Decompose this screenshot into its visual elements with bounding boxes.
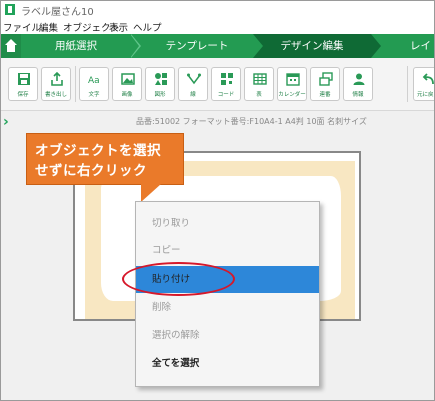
callout-line-1: オブジェクトを選択 [35, 143, 161, 159]
image-label: 画像 [121, 92, 133, 98]
serial-label: 連番 [319, 92, 331, 98]
app-logo-icon [5, 4, 15, 15]
table-button[interactable]: 表 [244, 67, 274, 101]
code-label: コード [217, 92, 235, 98]
step-bar: 用紙選択 テンプレート デザイン編集 レイ [1, 34, 434, 58]
export-button[interactable]: 書き出し [41, 67, 71, 101]
calendar-icon [286, 73, 300, 86]
text-button[interactable]: Aa 文字 [79, 67, 109, 101]
info-button[interactable]: 情報 [343, 67, 373, 101]
menu-copy[interactable]: コピー [136, 237, 319, 264]
menu-cut[interactable]: 切り取り [136, 210, 319, 237]
line-label: 線 [190, 92, 196, 98]
step-template[interactable]: テンプレート [141, 34, 253, 58]
title-bar: ラベル屋さん10 [1, 1, 434, 19]
home-icon-body [7, 45, 15, 52]
save-icon [18, 73, 30, 85]
home-button[interactable] [1, 34, 21, 58]
text-icon: Aa [88, 76, 100, 86]
image-icon [121, 73, 135, 85]
text-label: 文字 [88, 92, 100, 98]
highlight-ring [122, 262, 235, 296]
undo-icon [422, 73, 434, 85]
table-label: 表 [256, 92, 262, 98]
barcode-icon [221, 73, 233, 85]
person-icon [353, 73, 365, 85]
calendar-button[interactable]: カレンダー [277, 67, 307, 101]
line-button[interactable]: 線 [178, 67, 208, 101]
callout-line-2: せずに右クリック [35, 163, 147, 179]
step-separator [371, 34, 381, 58]
menu-bar: ファイル 編集 オブジェクト 表示 ヘルプ [1, 19, 434, 34]
shape-button[interactable]: 図形 [145, 67, 175, 101]
step-separator-fill [130, 34, 139, 58]
step-paper-select[interactable]: 用紙選択 [21, 34, 131, 58]
menu-view[interactable]: 表示 [109, 20, 128, 34]
menu-select-all[interactable]: 全てを選択 [136, 350, 319, 377]
step-layout[interactable]: レイ [386, 34, 434, 58]
undo-label: 元に戻す [416, 92, 434, 98]
code-button[interactable]: コード [211, 67, 241, 101]
window-title: ラベル屋さん10 [21, 7, 94, 18]
step-separator [253, 34, 263, 58]
serial-button[interactable]: 連番 [310, 67, 340, 101]
info-label: 情報 [352, 92, 364, 98]
toolbar: 保存 書き出し Aa 文字 画像 図形 線 コード 表 カレンダー 連番 情報 … [1, 58, 434, 111]
toolbar-divider [75, 66, 76, 102]
save-label: 保存 [17, 92, 29, 98]
format-info: 品番:51002 フォーマット番号:F10A4-1 A4判 10面 名刺サイズ [136, 117, 367, 126]
table-icon [253, 73, 267, 85]
line-icon [187, 73, 201, 85]
export-label: 書き出し [44, 92, 67, 98]
toolbar-divider [407, 66, 408, 102]
save-button[interactable]: 保存 [8, 67, 38, 101]
menu-deselect[interactable]: 選択の解除 [136, 322, 319, 349]
menu-help[interactable]: ヘルプ [133, 20, 162, 34]
menu-delete[interactable]: 削除 [136, 294, 319, 321]
calendar-label: カレンダー [278, 92, 306, 98]
serial-icon [319, 72, 333, 86]
callout-tail [141, 184, 161, 202]
svg-text:Aa: Aa [88, 76, 100, 86]
shape-label: 図形 [154, 92, 166, 98]
menu-edit[interactable]: 編集 [39, 20, 58, 34]
export-icon [51, 72, 63, 86]
expand-panel-icon[interactable]: › [3, 115, 9, 129]
menu-file[interactable]: ファイル [3, 20, 41, 34]
step-design-edit[interactable]: デザイン編集 [253, 34, 371, 58]
image-button[interactable]: 画像 [112, 67, 142, 101]
shape-icon [155, 73, 167, 85]
app-window: ラベル屋さん10 ファイル 編集 オブジェクト 表示 ヘルプ 用紙選択 テンプレ… [0, 0, 435, 401]
undo-button[interactable]: 元に戻す [413, 67, 434, 101]
